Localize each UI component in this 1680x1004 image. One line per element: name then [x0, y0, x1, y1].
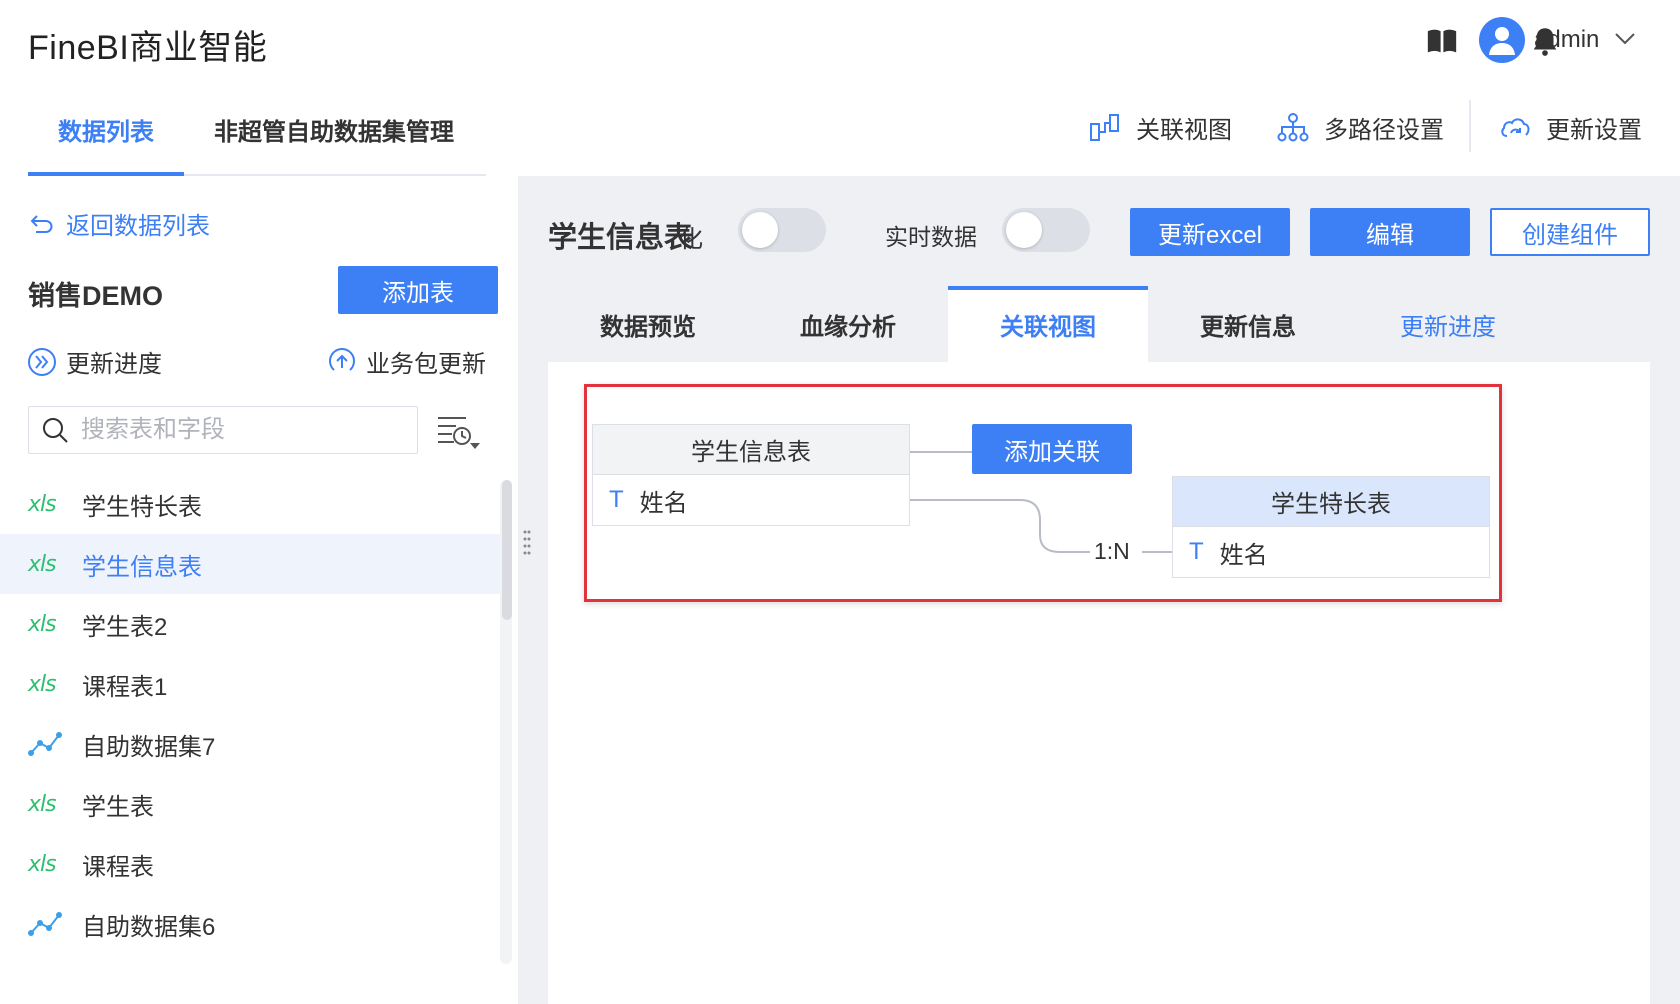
serialize-toggle[interactable] [738, 208, 826, 252]
add-table-button[interactable]: 添加表 [338, 266, 498, 314]
table-title-text: 学生信息表 [548, 222, 694, 254]
update-settings-label: 更新设置 [1546, 117, 1642, 144]
update-progress-label: 更新进度 [66, 351, 162, 378]
app-title: FineBI商业智能 [28, 29, 268, 67]
username[interactable]: admin [1534, 26, 1599, 54]
search-box[interactable] [28, 406, 418, 454]
top-bar: FineBI商业智能 admin [0, 0, 1680, 80]
book-icon[interactable] [1425, 24, 1459, 58]
hierarchy-icon [1277, 112, 1309, 141]
edit-button[interactable]: 编辑 [1310, 208, 1470, 256]
subtab-relation-view[interactable]: 关联视图 [948, 286, 1148, 362]
update-settings-button[interactable]: 更新设置 [1498, 110, 1642, 145]
xls-file-icon: xls [28, 791, 57, 817]
relation-view-button[interactable]: 关联视图 [1088, 110, 1232, 145]
add-relation-button[interactable]: 添加关联 [972, 424, 1132, 474]
table-list: xls 学生特长表 xls 学生信息表 xls 学生表2 xls 课程表1 自助… [0, 474, 500, 954]
list-item[interactable]: xls 学生表2 [0, 594, 500, 654]
sidebar: 返回数据列表 销售DEMO 添加表 更新进度 业务包更新 搜索表和字段 xls … [0, 176, 518, 1004]
package-update-label: 业务包更新 [366, 351, 486, 378]
subtab-update-info[interactable]: 更新信息 [1148, 286, 1348, 362]
cloud-refresh-icon [1501, 117, 1530, 137]
list-item[interactable]: 自助数据集7 [0, 714, 500, 774]
table-title-overlap: 化 [679, 226, 704, 253]
xls-file-icon: xls [28, 851, 57, 877]
toggle-knob [1006, 212, 1042, 248]
subtab-update-progress[interactable]: 更新进度 [1348, 286, 1548, 362]
list-item-label: 学生特长表 [82, 493, 202, 521]
list-item[interactable]: xls 学生表 [0, 774, 500, 834]
xls-file-icon: xls [28, 671, 57, 697]
back-arrow-icon [30, 214, 53, 233]
main-tabs-row: 数据列表 非超管自助数据集管理 关联视图 多路径设置 更新设置 [0, 80, 1680, 176]
multipath-settings-button[interactable]: 多路径设置 [1276, 110, 1444, 145]
tab-self-service-dataset-mgmt[interactable]: 非超管自助数据集管理 [214, 112, 454, 147]
create-component-button[interactable]: 创建组件 [1490, 208, 1650, 256]
list-item-label: 课程表1 [82, 673, 168, 701]
list-item[interactable]: xls 课程表 [0, 834, 500, 894]
user-avatar-icon[interactable] [1479, 17, 1525, 63]
upload-circle-icon [329, 347, 355, 371]
update-excel-button[interactable]: 更新excel [1130, 208, 1290, 256]
xls-file-icon: xls [28, 491, 57, 517]
list-item-label: 学生表2 [82, 613, 168, 641]
list-item[interactable]: 自助数据集6 [0, 894, 500, 954]
tab-data-list[interactable]: 数据列表 [58, 112, 154, 147]
highlight-annotation-box [584, 384, 1502, 602]
page-title: 学生信息表化 [548, 214, 703, 256]
list-item-label: 学生信息表 [82, 553, 202, 581]
list-item[interactable]: xls 学生特长表 [0, 474, 500, 534]
back-link-label: 返回数据列表 [66, 213, 210, 240]
dataset-icon [28, 732, 62, 756]
sidebar-scrollbar-thumb[interactable] [502, 480, 512, 620]
fast-forward-circle-icon [28, 347, 56, 376]
xls-file-icon: xls [28, 551, 57, 577]
subtab-data-preview[interactable]: 数据预览 [548, 286, 748, 362]
xls-file-icon: xls [28, 611, 57, 637]
list-item[interactable]: xls 学生信息表 [0, 534, 500, 594]
package-update-button[interactable]: 业务包更新 [326, 344, 486, 379]
search-input[interactable] [81, 416, 381, 444]
resize-handle-icon[interactable] [522, 528, 532, 556]
relation-view-label: 关联视图 [1136, 117, 1232, 144]
chevron-down-icon[interactable] [1614, 32, 1636, 46]
relation-view-icon [1090, 113, 1119, 141]
update-progress-button[interactable]: 更新进度 [26, 344, 162, 379]
realtime-data-toggle[interactable] [1002, 208, 1090, 252]
subtab-lineage-analysis[interactable]: 血缘分析 [748, 286, 948, 362]
multipath-settings-label: 多路径设置 [1324, 117, 1444, 144]
list-item-label: 自助数据集6 [82, 913, 216, 941]
detail-subtabs: 数据预览 血缘分析 关联视图 更新信息 更新进度 [548, 286, 1650, 362]
search-icon [43, 418, 68, 443]
toolbar-divider [1469, 100, 1471, 152]
list-item[interactable]: xls 课程表1 [0, 654, 500, 714]
package-name: 销售DEMO [28, 281, 163, 311]
toggle-knob [742, 212, 778, 248]
filter-sort-icon[interactable] [436, 412, 480, 452]
list-item-label: 课程表 [82, 853, 154, 881]
dataset-icon [28, 912, 62, 936]
realtime-data-label: 实时数据 [885, 224, 977, 250]
back-to-data-list-link[interactable]: 返回数据列表 [28, 206, 210, 241]
list-item-label: 自助数据集7 [82, 733, 216, 761]
list-item-label: 学生表 [82, 793, 154, 821]
